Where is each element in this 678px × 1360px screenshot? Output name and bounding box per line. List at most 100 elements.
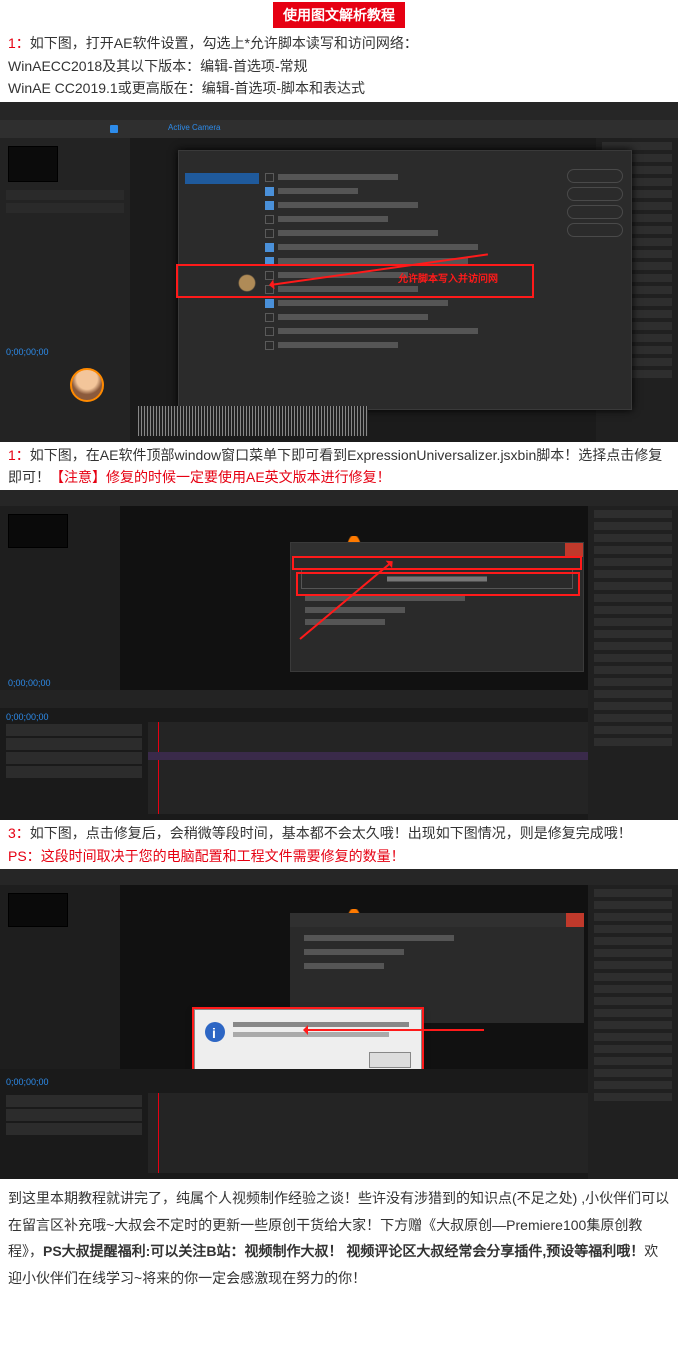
- timecode: 0;00;00;00: [0, 1069, 588, 1095]
- panel-item: [594, 1081, 672, 1089]
- layer-row[interactable]: [6, 752, 142, 764]
- panel-item: [594, 546, 672, 554]
- layer-row[interactable]: [6, 724, 142, 736]
- panel-item: [594, 726, 672, 734]
- project-thumb: [8, 514, 68, 548]
- pref-cat[interactable]: [185, 238, 259, 249]
- step2-text: 1：如下图，在AE软件顶部window窗口菜单下即可看到ExpressionUn…: [0, 442, 678, 491]
- panel-item: [594, 702, 672, 710]
- pref-cat[interactable]: [185, 251, 259, 262]
- pref-cat[interactable]: [185, 212, 259, 223]
- pref-label: [278, 328, 478, 334]
- cancel-button[interactable]: [567, 187, 623, 201]
- project-thumb: [8, 893, 68, 927]
- pref-checkbox-allow-scripts[interactable]: [265, 299, 551, 308]
- pref-cat[interactable]: [185, 186, 259, 197]
- layer-row[interactable]: [6, 766, 142, 778]
- project-row: [6, 203, 124, 213]
- pref-cat[interactable]: [185, 303, 259, 314]
- screenshot-preferences: Active Camera 0;00;00;00: [0, 102, 678, 442]
- timeline-tracks[interactable]: [148, 722, 588, 814]
- pref-checkbox[interactable]: [265, 173, 551, 182]
- next-button[interactable]: [567, 223, 623, 237]
- pref-checkbox[interactable]: [265, 201, 551, 210]
- panel-item: [594, 594, 672, 602]
- panel-item: [594, 1033, 672, 1041]
- side-panels: [588, 885, 678, 1179]
- layer-row[interactable]: [6, 1095, 142, 1107]
- annotation-box: [296, 572, 580, 596]
- checkbox-icon: [265, 201, 274, 210]
- annotation-text: 允许脚本写入并访问网: [398, 272, 498, 288]
- layer-row[interactable]: [6, 1123, 142, 1135]
- pref-checkbox[interactable]: [265, 327, 551, 336]
- project-panel: 0;00;00;00: [0, 138, 130, 442]
- panel-item: [594, 901, 672, 909]
- timeline-tracks[interactable]: [148, 1093, 588, 1173]
- panel-item: [594, 889, 672, 897]
- panel-item: [594, 690, 672, 698]
- ae-toolbar: Active Camera: [0, 120, 678, 138]
- previous-button[interactable]: [567, 205, 623, 219]
- pref-checkbox[interactable]: [265, 187, 551, 196]
- pref-cat-general[interactable]: [185, 173, 259, 184]
- ok-button[interactable]: [567, 169, 623, 183]
- pref-cat[interactable]: [185, 225, 259, 236]
- layer-row[interactable]: [6, 1109, 142, 1121]
- panel-item: [594, 606, 672, 614]
- close-icon[interactable]: [566, 913, 584, 927]
- dialog-line: [304, 949, 404, 955]
- panel-item: [594, 654, 672, 662]
- playhead-icon[interactable]: [158, 1093, 159, 1173]
- layer-row[interactable]: [6, 738, 142, 750]
- pref-cat[interactable]: [185, 329, 259, 340]
- step1-text: 1：如下图，打开AE软件设置，勾选上*允许脚本读写和访问网络： WinAECC2…: [0, 30, 678, 101]
- panel-item: [594, 1093, 672, 1101]
- panel-item: [594, 510, 672, 518]
- pref-label: [278, 216, 388, 222]
- layer-bar[interactable]: [148, 752, 588, 760]
- closing-paragraph: 到这里本期教程就讲完了，纯属个人视频制作经验之谈！些许没有涉猎到的知识点(不足之…: [0, 1179, 678, 1297]
- ae-menubar: [0, 869, 678, 885]
- timeline-panel[interactable]: 0;00;00;00: [0, 1069, 588, 1179]
- pref-cat[interactable]: [185, 342, 259, 353]
- audio-waveform: [138, 406, 368, 436]
- panel-item: [594, 985, 672, 993]
- pref-checkbox[interactable]: [265, 215, 551, 224]
- pref-label: [278, 230, 438, 236]
- layer-list[interactable]: [0, 722, 148, 814]
- pref-cat[interactable]: [185, 316, 259, 327]
- screenshot-complete-alert: 0;00;00;00: [0, 869, 678, 1179]
- pref-label: [278, 244, 478, 250]
- step-num: 3：: [8, 825, 30, 841]
- step3-body: 如下图，点击修复后，会稍微等段时间，基本都不会太久哦！出现如下图情况，则是修复完…: [30, 825, 632, 841]
- timecode: 0;00;00;00: [8, 676, 51, 690]
- panel-item: [594, 1009, 672, 1017]
- checkbox-icon: [265, 313, 274, 322]
- pref-checkbox[interactable]: [265, 243, 551, 252]
- panel-item: [594, 1057, 672, 1065]
- panel-item: [594, 1045, 672, 1053]
- dialog-line: [304, 935, 454, 941]
- playhead-icon[interactable]: [158, 722, 159, 814]
- checkbox-icon: [265, 187, 274, 196]
- ps-label: PS：: [8, 848, 41, 864]
- pref-cat[interactable]: [185, 199, 259, 210]
- checkbox-icon: [265, 299, 274, 308]
- pref-checkbox[interactable]: [265, 229, 551, 238]
- layer-list[interactable]: [0, 1093, 148, 1173]
- step3-text: 3：如下图，点击修复后，会稍微等段时间，基本都不会太久哦！出现如下图情况，则是修…: [0, 820, 678, 869]
- panel-item: [594, 961, 672, 969]
- project-row: [6, 190, 124, 200]
- step2-note: 【注意】修复的时候一定要使用AE英文版本进行修复！: [50, 469, 391, 485]
- pref-checkbox[interactable]: [265, 313, 551, 322]
- checkbox-icon: [265, 243, 274, 252]
- active-camera-label: Active Camera: [168, 122, 220, 135]
- pref-checkbox[interactable]: [265, 341, 551, 350]
- timeline-panel[interactable]: 0;00;00;00: [0, 690, 588, 820]
- panel-item: [594, 666, 672, 674]
- close-icon[interactable]: [565, 543, 583, 557]
- panel-item: [594, 678, 672, 686]
- dialog-option[interactable]: [305, 607, 405, 613]
- panel-item: [594, 1021, 672, 1029]
